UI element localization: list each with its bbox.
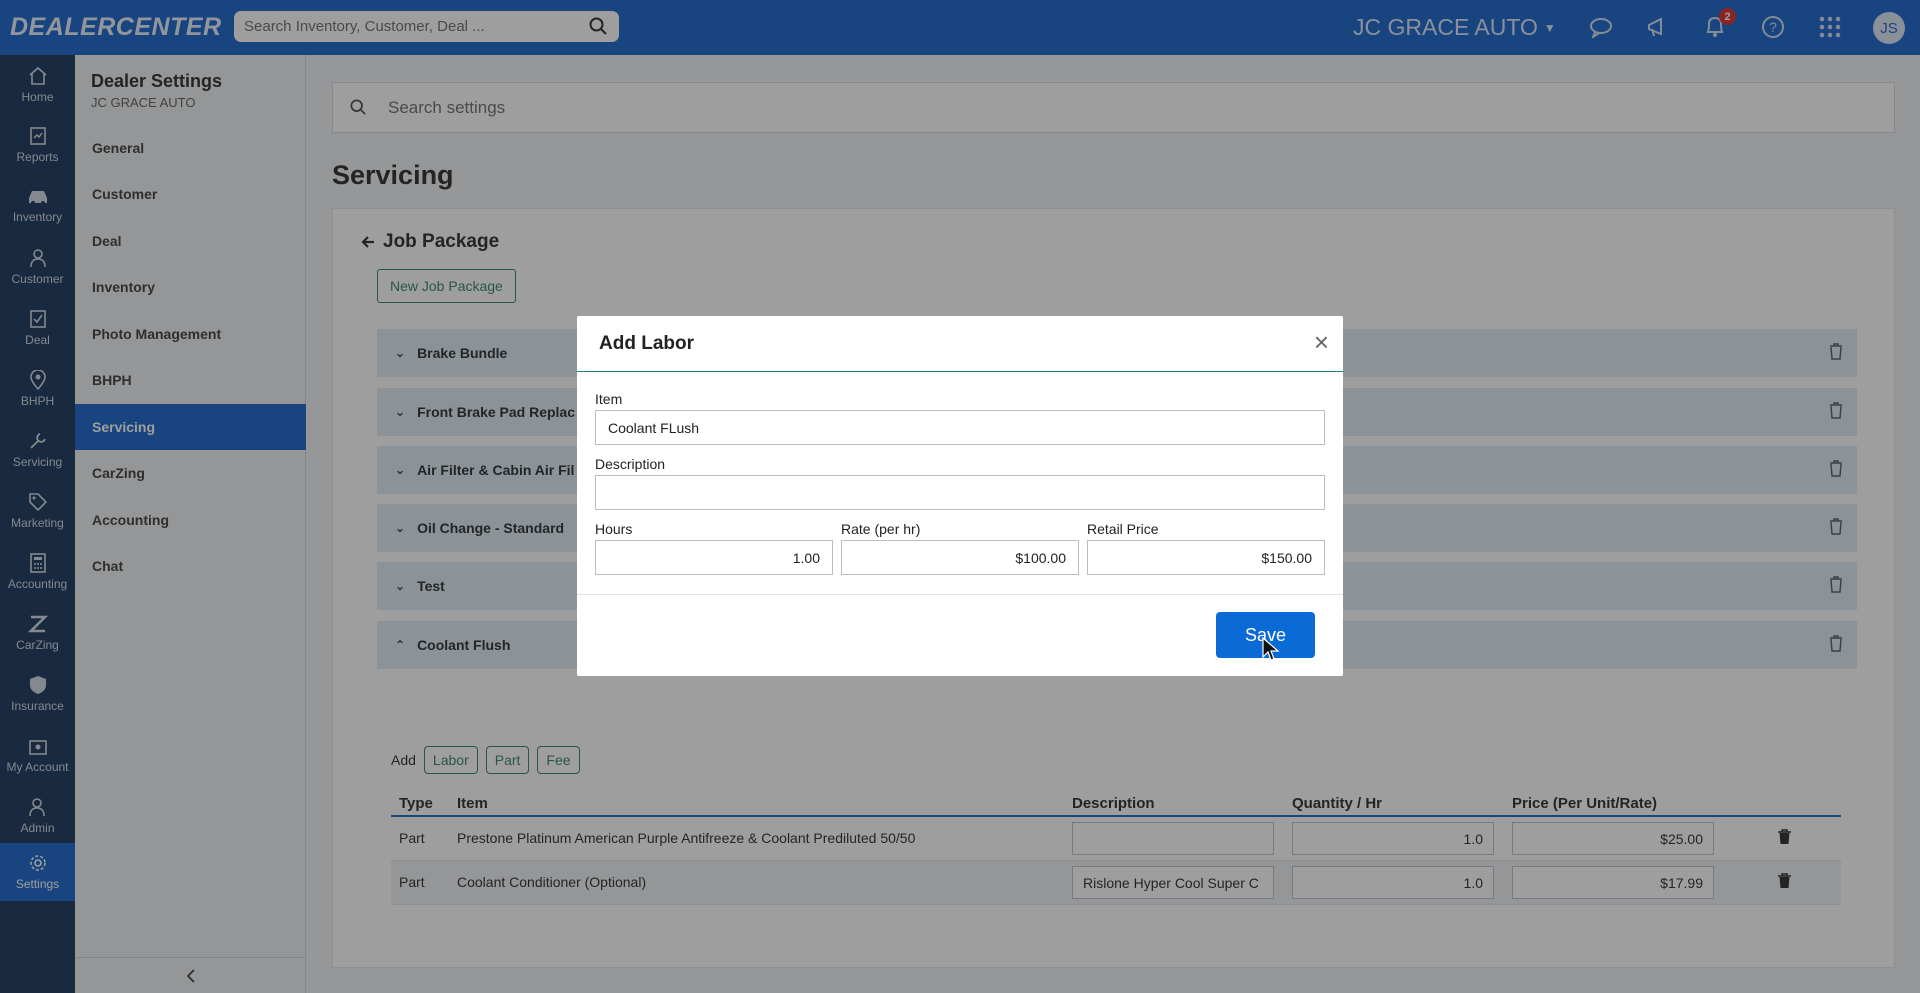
close-icon[interactable]: × [1314, 329, 1329, 355]
hours-input[interactable]: 1.00 [595, 540, 833, 575]
retail-price-input[interactable]: $150.00 [1087, 540, 1325, 575]
description-input[interactable] [595, 475, 1325, 510]
retail-price-label: Retail Price [1087, 521, 1159, 537]
mouse-cursor-icon [1262, 636, 1280, 668]
item-label: Item [595, 391, 623, 407]
modal-header: Add Labor × [577, 316, 1343, 372]
modal-footer-divider [577, 594, 1343, 595]
rate-input[interactable]: $100.00 [841, 540, 1079, 575]
hours-label: Hours [595, 521, 633, 537]
item-input[interactable]: Coolant FLush [595, 410, 1325, 445]
rate-label: Rate (per hr) [841, 521, 921, 537]
add-labor-modal: Add Labor × Item Coolant FLush Descripti… [577, 316, 1343, 676]
description-label: Description [595, 456, 666, 472]
modal-title: Add Labor [599, 333, 694, 354]
